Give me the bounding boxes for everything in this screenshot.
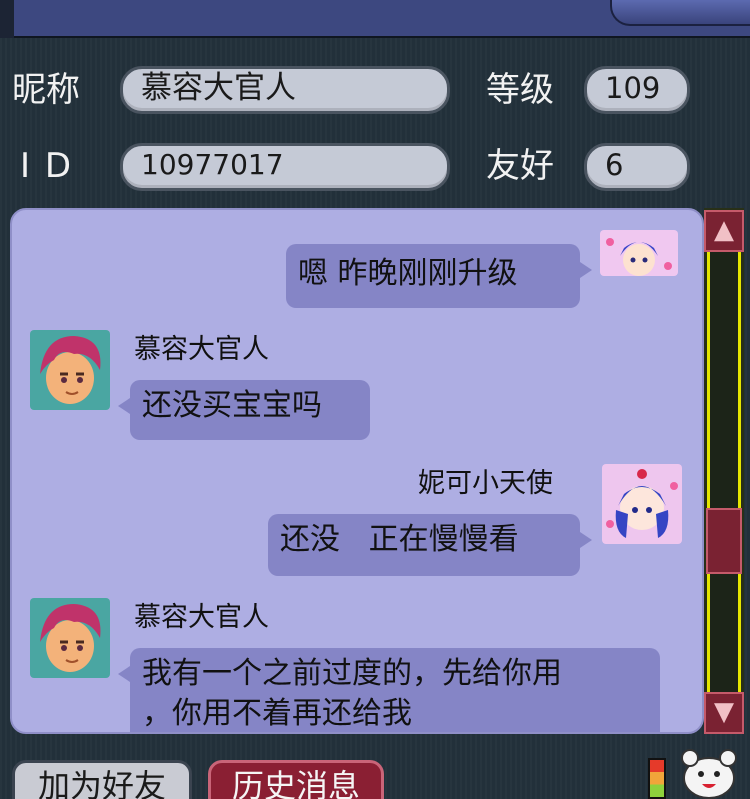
message-sender: 妮可小天使 bbox=[418, 468, 553, 499]
scroll-thumb[interactable] bbox=[706, 508, 742, 574]
level-field: 109 bbox=[584, 66, 690, 114]
chat-window: 昵称 慕容大官人 等级 109 I D 10977017 友好 6 嗯 昨晚刚刚… bbox=[0, 0, 750, 799]
chevron-down-icon: ▼ bbox=[714, 697, 734, 727]
chat-log[interactable]: 嗯 昨晚刚刚升级 慕容大官人 还没买宝宝吗 妮可小天使 还没 正在慢慢看 慕容大… bbox=[10, 208, 704, 734]
add-friend-button[interactable]: 加为好友 bbox=[12, 760, 192, 799]
title-bar-corner bbox=[610, 0, 750, 26]
message-bubble: 我有一个之前过度的，先给你用 ，你用不着再还给我 bbox=[118, 648, 660, 732]
chevron-up-icon: ▲ bbox=[714, 215, 734, 245]
avatar-contact bbox=[30, 598, 110, 678]
friendship-label: 友好 bbox=[486, 146, 554, 186]
history-messages-button[interactable]: 历史消息 bbox=[208, 760, 384, 799]
avatar-self bbox=[602, 464, 682, 544]
message-bubble: 还没 正在慢慢看 bbox=[268, 514, 592, 576]
message-bubble: 还没买宝宝吗 bbox=[118, 380, 370, 440]
title-bar bbox=[0, 0, 750, 38]
message-bubble: 嗯 昨晚刚刚升级 bbox=[286, 244, 592, 308]
chat-scrollbar[interactable]: ▲ ▼ bbox=[704, 208, 744, 734]
id-label: I D bbox=[20, 146, 74, 186]
avatar-self bbox=[600, 230, 678, 276]
mascot-icon[interactable] bbox=[680, 746, 738, 799]
friendship-field: 6 bbox=[584, 143, 690, 191]
level-label: 等级 bbox=[486, 70, 554, 110]
scroll-rail bbox=[707, 248, 741, 698]
nickname-field: 慕容大官人 bbox=[120, 66, 450, 114]
title-bar-notch bbox=[0, 0, 14, 38]
id-field: 10977017 bbox=[120, 143, 450, 191]
avatar-contact bbox=[30, 330, 110, 410]
scroll-down-button[interactable]: ▼ bbox=[704, 692, 744, 734]
nickname-label: 昵称 bbox=[12, 70, 80, 110]
message-sender: 慕容大官人 bbox=[134, 602, 269, 633]
message-sender: 慕容大官人 bbox=[134, 334, 269, 365]
signal-icon bbox=[648, 758, 666, 799]
scroll-up-button[interactable]: ▲ bbox=[704, 210, 744, 252]
